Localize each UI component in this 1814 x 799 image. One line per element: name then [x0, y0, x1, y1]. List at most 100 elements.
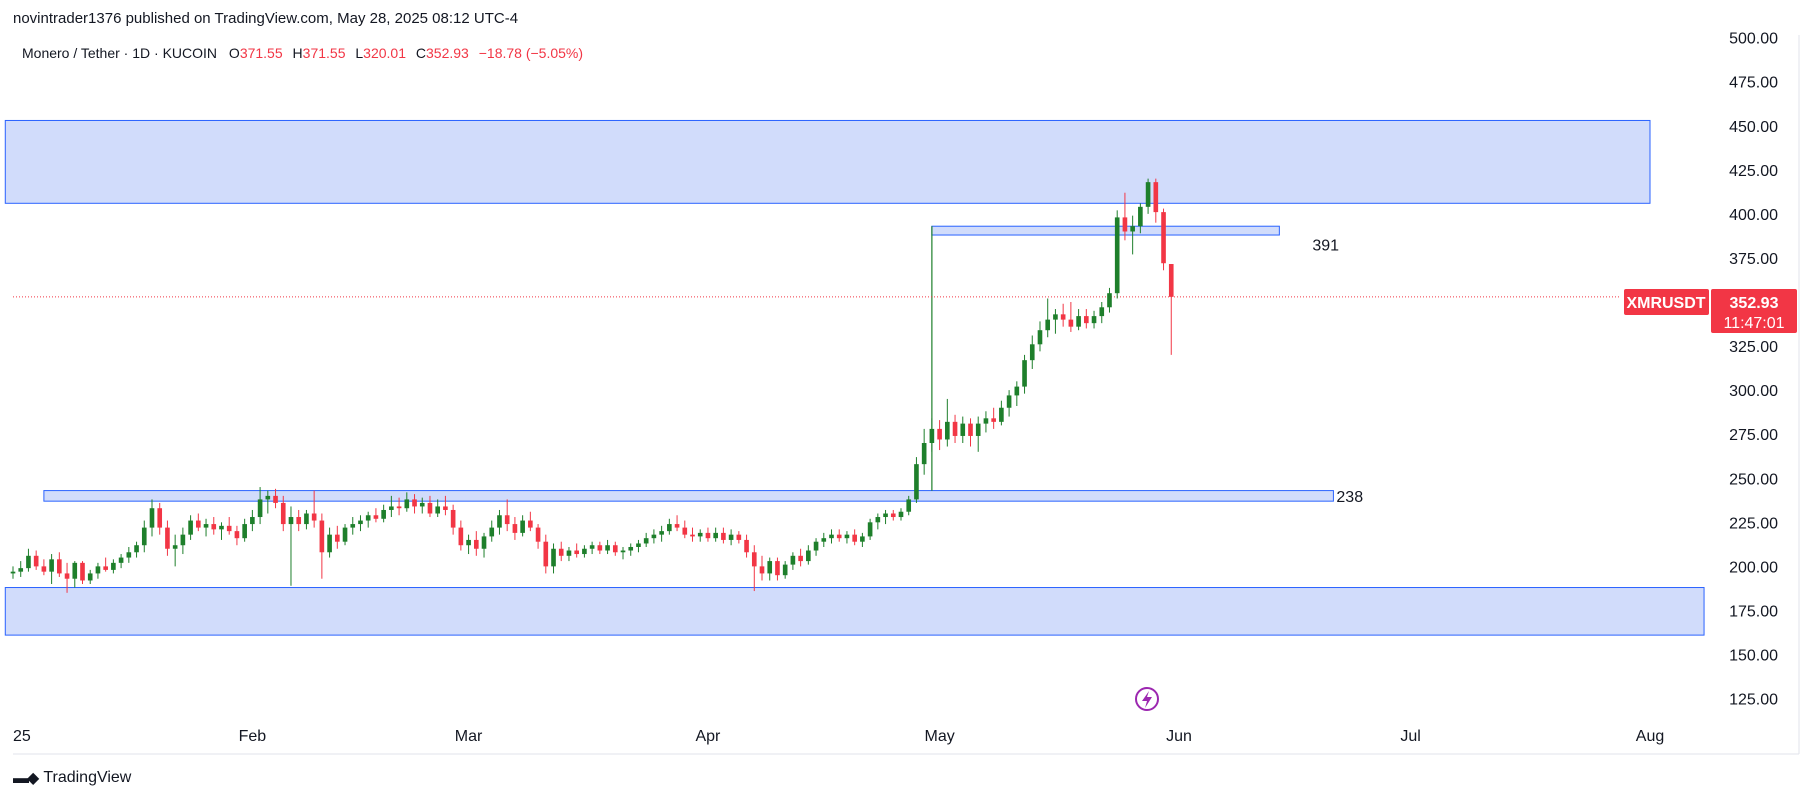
- y-tick-label: 150.00: [1729, 648, 1778, 665]
- candle-body: [265, 495, 271, 500]
- candle: [319, 513, 325, 579]
- candle: [860, 532, 865, 547]
- candle-body: [528, 520, 533, 528]
- candle-body: [57, 559, 62, 574]
- candle-body: [33, 555, 39, 567]
- candle-body: [288, 517, 294, 525]
- candle: [250, 509, 255, 532]
- candle: [512, 517, 518, 540]
- x-tick-label: Jul: [1400, 728, 1420, 745]
- candle: [1161, 208, 1166, 271]
- candle-body: [234, 531, 240, 539]
- candle-body: [149, 508, 155, 528]
- candle-body: [1099, 307, 1105, 317]
- y-tick-label: 300.00: [1729, 383, 1778, 400]
- candle-body: [242, 524, 247, 539]
- candle-body: [1114, 217, 1120, 294]
- candle: [1029, 335, 1035, 369]
- y-tick-label: 400.00: [1729, 207, 1778, 224]
- candle: [612, 541, 618, 556]
- candle: [597, 541, 603, 555]
- candle: [1022, 354, 1027, 394]
- candle: [458, 520, 464, 551]
- candle-body: [628, 546, 634, 551]
- price-chart[interactable]: 391 238 500.00 475.00 450.00 425.00 400.00 375…: [0, 0, 1814, 799]
- candle: [929, 418, 935, 452]
- candle: [937, 420, 942, 451]
- candle-body: [991, 418, 996, 422]
- candle-body: [64, 573, 70, 579]
- candle-body: [41, 566, 47, 572]
- candles-layer: [10, 178, 1174, 593]
- candle: [914, 457, 919, 503]
- candle-body: [751, 552, 757, 567]
- candle: [373, 508, 379, 523]
- candle-body: [960, 423, 966, 436]
- candle: [806, 545, 811, 565]
- candle: [697, 529, 703, 542]
- candle: [504, 499, 510, 532]
- candle-body: [427, 502, 433, 514]
- candle-body: [597, 545, 603, 551]
- candle: [968, 418, 973, 447]
- y-tick-label: 125.00: [1729, 692, 1778, 709]
- candle-body: [551, 548, 556, 567]
- candle-body: [396, 506, 402, 509]
- y-axis[interactable]: 500.00475.00450.00425.00400.00375.00350.…: [1729, 31, 1778, 709]
- candle-body: [605, 545, 610, 551]
- candle-body: [404, 499, 410, 509]
- candle-body: [103, 566, 108, 570]
- candle: [72, 561, 78, 588]
- candle-body: [165, 527, 170, 549]
- candle: [33, 550, 39, 570]
- candle: [628, 543, 634, 556]
- last-price-badge: 352.93 11:47:01: [1711, 289, 1797, 333]
- candle-body: [273, 495, 278, 503]
- y-tick-label: 425.00: [1729, 163, 1778, 180]
- candle: [890, 509, 896, 521]
- candle: [620, 546, 626, 560]
- candle-body: [844, 534, 850, 539]
- candle: [821, 532, 827, 547]
- lightning-icon[interactable]: [1135, 687, 1159, 711]
- candle: [767, 557, 773, 581]
- candle-body: [157, 508, 163, 528]
- candle-body: [450, 509, 456, 528]
- candle-body: [643, 538, 649, 544]
- candle-body: [80, 562, 85, 581]
- candle: [736, 531, 742, 544]
- candle-body: [690, 534, 695, 537]
- candle: [118, 554, 124, 569]
- tradingview-logo[interactable]: ▬◆ TradingView: [13, 768, 131, 788]
- candle: [165, 520, 170, 556]
- candle: [365, 511, 371, 528]
- candle: [829, 529, 834, 544]
- candle: [41, 559, 47, 576]
- zone-391[interactable]: [931, 225, 1280, 236]
- candle: [1068, 302, 1074, 332]
- candle-body: [358, 520, 363, 525]
- candle-body: [968, 423, 973, 436]
- candle-body: [419, 502, 425, 507]
- candle-body: [558, 548, 564, 556]
- candle-body: [1130, 226, 1135, 232]
- x-tick-label: Aug: [1636, 728, 1664, 745]
- candle: [1083, 309, 1089, 329]
- candle-body: [836, 534, 842, 539]
- candle: [728, 529, 734, 546]
- zone-391-label: 391: [1312, 238, 1339, 255]
- upper-supply-zone[interactable]: [4, 119, 1651, 204]
- zone-238[interactable]: [43, 490, 1334, 502]
- lower-demand-zone[interactable]: [4, 587, 1705, 636]
- candle-body: [790, 555, 796, 565]
- candle: [751, 545, 757, 592]
- x-axis[interactable]: 25 Feb Mar Apr May Jun Jul Aug: [13, 728, 1664, 745]
- candle-body: [1161, 212, 1166, 264]
- candle-body: [458, 527, 464, 546]
- candle: [1153, 178, 1159, 223]
- candle: [558, 541, 564, 562]
- candle-body: [921, 443, 927, 465]
- candle: [636, 539, 641, 553]
- candle-body: [999, 407, 1004, 422]
- brand-name: TradingView: [43, 769, 132, 786]
